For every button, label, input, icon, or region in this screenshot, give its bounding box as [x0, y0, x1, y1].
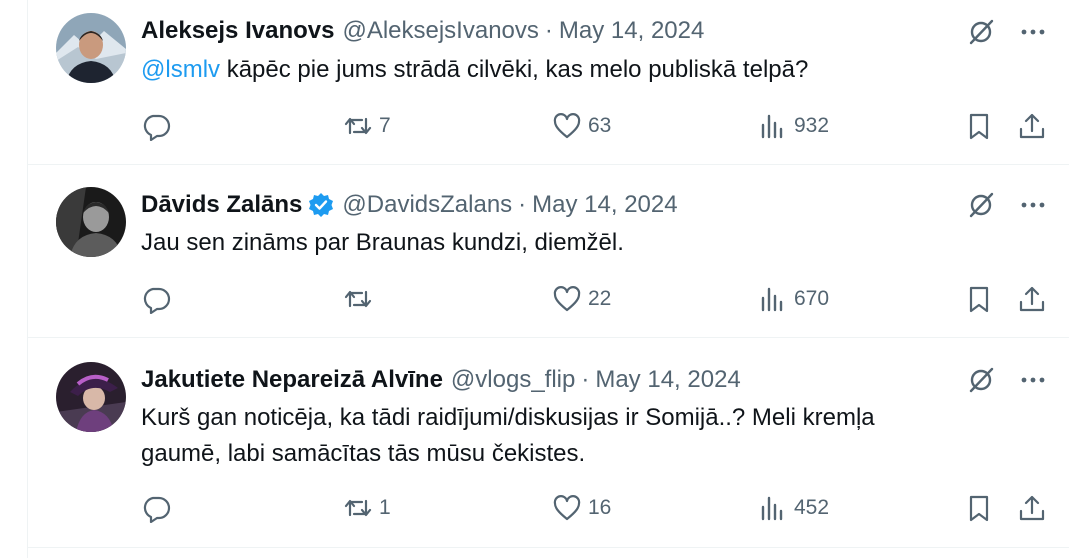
like-count: 63 — [588, 114, 612, 137]
heart-icon — [553, 286, 581, 312]
share-button[interactable] — [1017, 491, 1047, 525]
tweet-date[interactable]: May 14, 2024 — [595, 365, 740, 395]
grok-icon[interactable] — [966, 190, 996, 220]
verified-badge-icon[interactable] — [308, 192, 334, 218]
reply-button[interactable] — [141, 491, 171, 525]
like-button[interactable]: 16 — [552, 491, 611, 525]
views-icon — [761, 287, 783, 312]
share-icon — [1019, 286, 1045, 312]
avatar[interactable] — [56, 13, 126, 83]
retweet-icon — [344, 290, 372, 308]
bookmark-icon — [969, 286, 989, 313]
like-button[interactable]: 22 — [552, 282, 611, 316]
avatar[interactable] — [56, 362, 126, 432]
tweet-actions: 22 670 — [141, 282, 1056, 316]
tweet-date[interactable]: May 14, 2024 — [559, 16, 704, 46]
views-button[interactable]: 932 — [758, 109, 829, 143]
avatar[interactable] — [56, 187, 126, 257]
reply-icon — [143, 496, 171, 523]
tweet-text: @lsmlv kāpēc pie jums strādā cilvēki, ka… — [141, 52, 1021, 88]
share-button[interactable] — [1017, 109, 1047, 143]
share-icon — [1019, 113, 1045, 139]
share-button[interactable] — [1017, 282, 1047, 316]
bookmark-icon — [969, 495, 989, 522]
retweet-count: 1 — [379, 496, 391, 519]
reply-icon — [143, 287, 171, 314]
views-icon — [761, 496, 783, 521]
view-count: 932 — [794, 114, 830, 137]
retweet-icon — [344, 117, 372, 135]
tweet-date[interactable]: May 14, 2024 — [532, 190, 677, 220]
reply-button[interactable] — [141, 282, 171, 316]
heart-icon — [553, 495, 581, 521]
tweet[interactable]: Jakutiete Nepareizā Alvīne @vlogs_flip ·… — [28, 338, 1069, 548]
views-icon — [761, 114, 783, 139]
tweet-text-line: gaumē, labi samācītas tās mūsu čekistes. — [141, 440, 586, 467]
reply-feed: Aleksejs Ivanovs @AleksejsIvanovs · May … — [27, 0, 1069, 558]
view-count: 452 — [794, 496, 830, 519]
tweet-text-line: Kurš gan noticēja, ka tādi raidījumi/dis… — [141, 404, 875, 431]
views-button[interactable]: 452 — [758, 491, 829, 525]
retweet-button[interactable] — [343, 282, 379, 316]
author-name[interactable]: Dāvids Zalāns — [141, 190, 302, 220]
tweet-header: Aleksejs Ivanovs @AleksejsIvanovs · May … — [141, 16, 704, 46]
tweet-header: Dāvids Zalāns @DavidsZalans · May 14, 20… — [141, 190, 678, 220]
reply-button[interactable] — [141, 109, 171, 143]
heart-icon — [553, 113, 581, 139]
like-count: 16 — [588, 496, 612, 519]
tweet-body: kāpēc pie jums strādā cilvēki, kas melo … — [220, 56, 809, 83]
separator: · — [581, 366, 590, 393]
separator: · — [518, 191, 527, 218]
tweet-top-actions — [966, 365, 1048, 395]
grok-icon[interactable] — [966, 365, 996, 395]
bookmark-button[interactable] — [964, 282, 994, 316]
like-button[interactable]: 63 — [552, 109, 611, 143]
more-icon[interactable] — [1018, 17, 1048, 47]
tweet-top-actions — [966, 190, 1048, 220]
bookmark-button[interactable] — [964, 491, 994, 525]
like-count: 22 — [588, 287, 612, 310]
tweet-actions: 1 16 452 — [141, 491, 1056, 525]
views-button[interactable]: 670 — [758, 282, 829, 316]
retweet-icon — [344, 499, 372, 517]
bookmark-icon — [969, 113, 989, 140]
tweet[interactable]: Aleksejs Ivanovs @AleksejsIvanovs · May … — [28, 0, 1069, 165]
tweet-text: Jau sen zināms par Braunas kundzi, diemž… — [141, 229, 624, 256]
grok-icon[interactable] — [966, 17, 996, 47]
bookmark-button[interactable] — [964, 109, 994, 143]
tweet-top-actions — [966, 17, 1048, 47]
tweet-actions: 7 63 932 — [141, 109, 1056, 143]
retweet-button[interactable]: 1 — [343, 491, 391, 525]
author-name[interactable]: Jakutiete Nepareizā Alvīne — [141, 365, 443, 395]
retweet-button[interactable]: 7 — [343, 109, 391, 143]
author-handle[interactable]: @vlogs_flip — [451, 365, 575, 395]
view-count: 670 — [794, 287, 830, 310]
retweet-count: 7 — [379, 114, 391, 137]
tweet-header: Jakutiete Nepareizā Alvīne @vlogs_flip ·… — [141, 365, 741, 395]
reply-icon — [143, 114, 171, 141]
author-handle[interactable]: @AleksejsIvanovs — [342, 16, 538, 46]
tweet-text: Kurš gan noticēja, ka tādi raidījumi/dis… — [141, 400, 1021, 472]
separator: · — [544, 17, 553, 44]
share-icon — [1019, 495, 1045, 521]
tweet[interactable]: Dāvids Zalāns @DavidsZalans · May 14, 20… — [28, 165, 1069, 338]
author-handle[interactable]: @DavidsZalans — [342, 190, 512, 220]
author-name[interactable]: Aleksejs Ivanovs — [141, 16, 334, 46]
mention-link[interactable]: @lsmlv — [141, 56, 220, 83]
more-icon[interactable] — [1018, 190, 1048, 220]
more-icon[interactable] — [1018, 365, 1048, 395]
